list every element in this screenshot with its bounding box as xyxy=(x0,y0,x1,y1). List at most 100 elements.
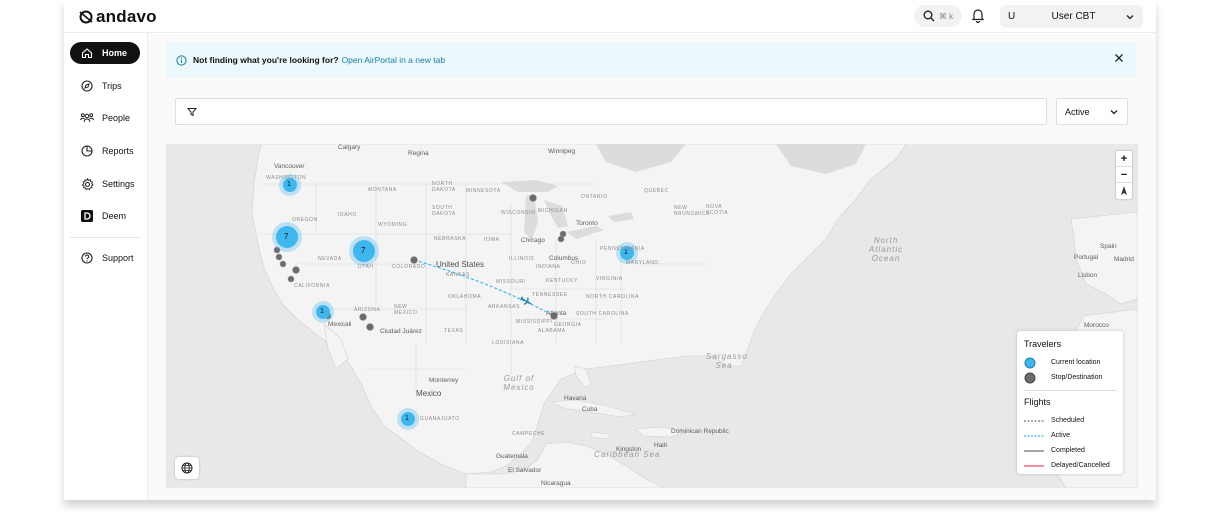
map-label-state: WYOMING xyxy=(378,222,408,228)
brand-logo[interactable]: andavo xyxy=(78,7,157,27)
legend-label: Active xyxy=(1051,432,1071,439)
legend-divider xyxy=(1024,390,1116,391)
north-arrow-icon xyxy=(1121,186,1127,195)
completed-line-swatch xyxy=(1024,449,1044,453)
map-label-state: WISCONSIN xyxy=(501,210,536,216)
map-label-state: NEBRASKA xyxy=(434,236,467,242)
banner-text: Not finding what you're looking for? xyxy=(193,55,339,65)
legend-label: Scheduled xyxy=(1051,417,1085,424)
map-label-state: MONTANA xyxy=(368,187,397,193)
trip-filter-input[interactable] xyxy=(175,98,1047,125)
map-label-state: INDIANA xyxy=(536,264,561,270)
cluster-count[interactable]: 7 xyxy=(284,232,288,241)
search-shortcut: ⌘ k xyxy=(938,11,954,21)
cluster-count[interactable]: 1 xyxy=(287,181,291,188)
sidebar-item-deem[interactable]: Deem xyxy=(70,205,140,227)
legend-label: Stop/Destination xyxy=(1051,374,1103,381)
status-select-value: Active xyxy=(1065,106,1090,117)
trips-map[interactable]: 1 7 7 1 1 1 United States Mexico Cuba Sp… xyxy=(166,144,1138,488)
current-location-marker xyxy=(1024,357,1044,369)
airportal-link[interactable]: Open AirPortal in a new tab xyxy=(342,55,445,65)
sidebar: Home Trips People Reports Settings Deem … xyxy=(64,33,148,500)
legend-label: Delayed/Cancelled xyxy=(1051,462,1110,469)
sidebar-item-reports[interactable]: Reports xyxy=(70,140,140,162)
map-label-city: Calgary xyxy=(338,144,361,151)
info-banner: Not finding what you're looking for? Ope… xyxy=(166,42,1136,78)
map-label-state: CALIFORNIA xyxy=(294,283,331,289)
sidebar-item-support[interactable]: Support xyxy=(70,247,140,269)
map-label-ocean: Sargasso Sea xyxy=(706,352,748,370)
zoom-out-button[interactable]: − xyxy=(1116,167,1132,183)
map-label-state: ARKANSAS xyxy=(488,304,521,310)
map-label-state: QUEBEC xyxy=(644,188,669,194)
map-label-city: Havana xyxy=(564,395,587,402)
close-icon[interactable] xyxy=(1114,53,1124,63)
legend-flights-title: Flights xyxy=(1024,397,1051,407)
map-label-state: NORTH DAKOTA xyxy=(432,181,456,193)
chevron-down-icon xyxy=(1126,14,1134,19)
legend-row: Completed xyxy=(1024,443,1116,458)
sidebar-item-label: Support xyxy=(102,253,134,263)
map-label-state: OHIO xyxy=(571,260,587,266)
map-label-city: Monterrey xyxy=(429,377,459,384)
gear-icon xyxy=(80,177,94,191)
map-label-state: COLORADO xyxy=(392,264,426,270)
map-label-state: NEW MEXICO xyxy=(394,304,418,316)
map-label-city: Haiti xyxy=(654,442,668,449)
map-label-state: MISSISSIPPI xyxy=(516,319,553,325)
map-label-city: El Salvador xyxy=(508,467,542,474)
stop-destination-marker xyxy=(1024,372,1044,384)
active-line-swatch xyxy=(1024,434,1044,438)
map-label-country: United States xyxy=(436,260,485,269)
status-select[interactable]: Active xyxy=(1056,98,1128,125)
sidebar-item-label: Trips xyxy=(102,81,122,91)
map-label-city: Ciudad Juárez xyxy=(380,328,422,335)
zoom-in-button[interactable]: + xyxy=(1116,151,1132,167)
help-circle-icon xyxy=(80,251,94,265)
search-button[interactable]: ⌘ k xyxy=(914,5,962,27)
sidebar-item-home[interactable]: Home xyxy=(70,42,140,64)
map-label-city: Winnipeg xyxy=(548,148,576,155)
map-base xyxy=(251,144,1138,488)
top-bar: andavo ⌘ k U User CBT xyxy=(64,0,1156,33)
map-label-country: Morocco xyxy=(1084,322,1109,329)
map-label-city: Lisbon xyxy=(1078,272,1098,279)
map-label-state: KANSAS xyxy=(446,272,470,278)
map-label-state: ARIZONA xyxy=(354,307,381,313)
sidebar-item-label: Settings xyxy=(102,179,135,189)
cluster-count[interactable]: 1 xyxy=(320,308,324,315)
cluster-count[interactable]: 7 xyxy=(361,246,365,255)
compass-reset-button[interactable] xyxy=(1116,183,1132,199)
cluster-count[interactable]: 1 xyxy=(405,415,409,422)
map-label-city: Vancouver xyxy=(274,163,305,170)
map-label-state: CAMPECHE xyxy=(512,431,546,437)
map-label-ocean: Gulf of Mexico xyxy=(503,374,535,392)
map-label-state: IOWA xyxy=(484,237,500,243)
sidebar-item-trips[interactable]: Trips xyxy=(70,75,140,97)
map-label-city: Madrid xyxy=(1114,256,1134,263)
map-label-city: Portugal xyxy=(1074,254,1099,261)
map-label-state: LOUISIANA xyxy=(492,340,525,346)
map-label-state: ALABAMA xyxy=(538,328,566,334)
user-initial: U xyxy=(1008,11,1016,22)
map-label-city: Kingston xyxy=(616,446,642,453)
map-label-state: IDAHO xyxy=(338,212,357,218)
map-label-state: NEW BRUNSWICK xyxy=(674,205,710,217)
andavo-logo-icon xyxy=(79,10,93,24)
map-label-state: ONTARIO xyxy=(581,194,608,200)
map-label-state: NEVADA xyxy=(318,256,342,262)
map-label-country: Mexico xyxy=(416,389,442,398)
scheduled-line-swatch xyxy=(1024,419,1044,423)
sidebar-item-people[interactable]: People xyxy=(70,107,140,129)
user-menu[interactable]: U User CBT xyxy=(1000,5,1143,28)
chart-pie-icon xyxy=(80,144,94,158)
sidebar-item-label: Deem xyxy=(102,211,127,221)
globe-view-button[interactable] xyxy=(175,457,199,479)
legend-label: Completed xyxy=(1051,447,1085,454)
notifications-button[interactable] xyxy=(971,8,985,28)
map-label-country: Spain xyxy=(1100,243,1117,250)
zoom-controls: + − xyxy=(1116,151,1132,199)
sidebar-item-settings[interactable]: Settings xyxy=(70,173,140,195)
map-label-state: NORTH CAROLINA xyxy=(586,294,640,300)
map-label-city: Dominican Republic xyxy=(671,428,729,435)
